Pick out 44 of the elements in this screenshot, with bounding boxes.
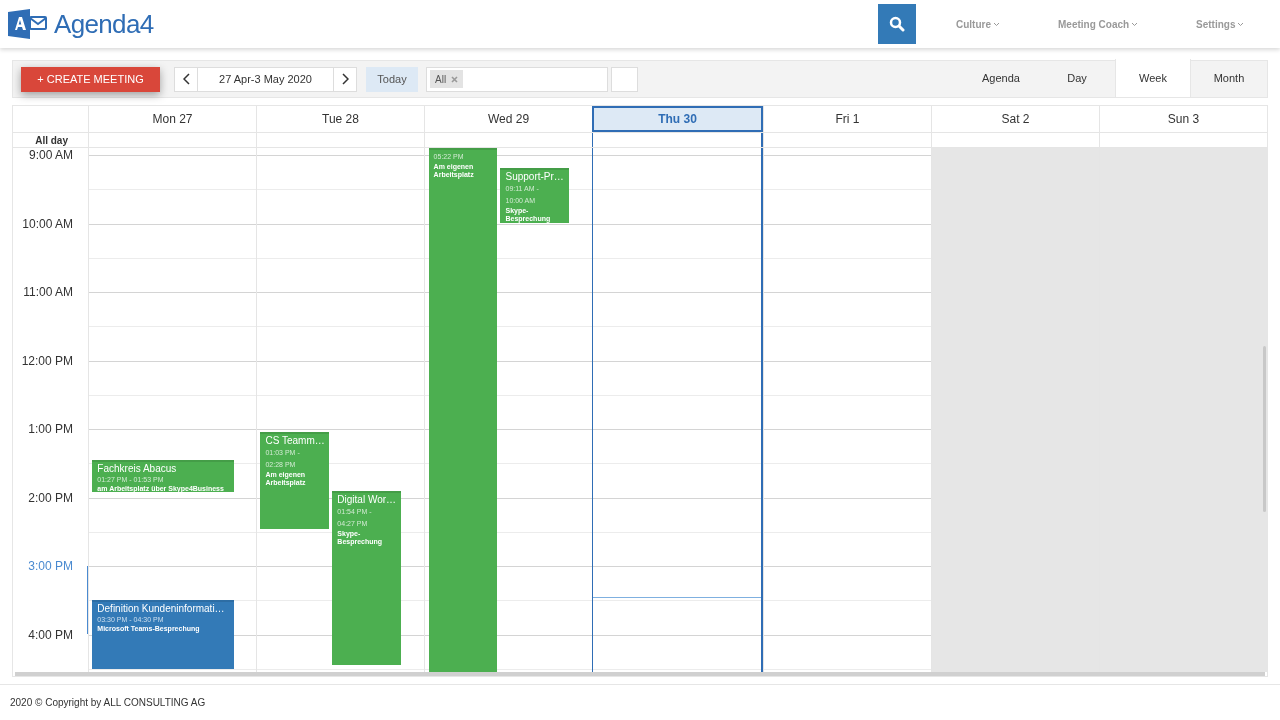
time-label: 10:00 AM — [22, 216, 73, 231]
event-title: Definition Kundeninformati… — [97, 603, 226, 616]
chevron-icon — [1131, 21, 1139, 27]
day-header: Fri 1 — [763, 106, 931, 132]
time-label: 11:00 AM — [23, 285, 73, 299]
search-button[interactable] — [878, 4, 916, 44]
all-day-label: All day — [35, 133, 68, 148]
chevron-left-icon — [182, 73, 190, 85]
date-range: 27 Apr-3 May 2020 — [218, 71, 313, 87]
filter-tag: All — [430, 70, 464, 88]
logo-icon — [8, 9, 48, 39]
nav-menu[interactable]: Meeting Coach — [1058, 16, 1196, 32]
search-icon — [889, 16, 905, 32]
filter-field[interactable]: All — [426, 66, 608, 92]
chevron-icon — [1237, 21, 1245, 27]
view-tab[interactable]: Day — [1039, 59, 1115, 97]
day-header: Sat 2 — [931, 106, 1099, 132]
chevron-right-icon — [341, 73, 349, 85]
today-button[interactable]: Today — [366, 66, 418, 92]
copyright-text: 2020 © Copyright by ALL CONSULTING AG — [10, 696, 206, 710]
event-title: Fachkreis Abacus — [97, 462, 178, 475]
time-label: 1:00 PM — [28, 422, 73, 436]
view-tab[interactable]: Month — [1191, 59, 1267, 97]
nav-menu[interactable]: Settings — [1196, 16, 1280, 32]
now-marker — [87, 566, 88, 634]
event-title: Support-Pr… — [505, 170, 564, 183]
time-label: 4:00 PM — [28, 627, 73, 642]
time-label: 12:00 PM — [21, 353, 73, 368]
event-title: CS Teamm… — [265, 435, 324, 448]
time-label: 2:00 PM — [28, 490, 73, 505]
time-label: 3:00 PM — [28, 559, 73, 573]
event-title: Digital Wor… — [337, 493, 396, 506]
day-header: Mon 27 — [88, 106, 256, 132]
nav-menu[interactable]: Culture — [956, 16, 1058, 32]
view-tab[interactable]: Agenda — [963, 59, 1039, 97]
day-header: Thu 30 — [592, 106, 763, 132]
day-header: Tue 28 — [256, 106, 424, 132]
view-tab[interactable]: Week — [1115, 59, 1191, 97]
create-meeting-button[interactable]: + CREATE MEETING — [21, 66, 160, 92]
chevron-icon — [993, 21, 1000, 27]
time-label: 9:00 AM — [28, 148, 73, 162]
close-icon[interactable] — [451, 75, 459, 83]
brand-name: Agenda4 — [54, 7, 154, 41]
day-header: Sun 3 — [1099, 106, 1267, 132]
